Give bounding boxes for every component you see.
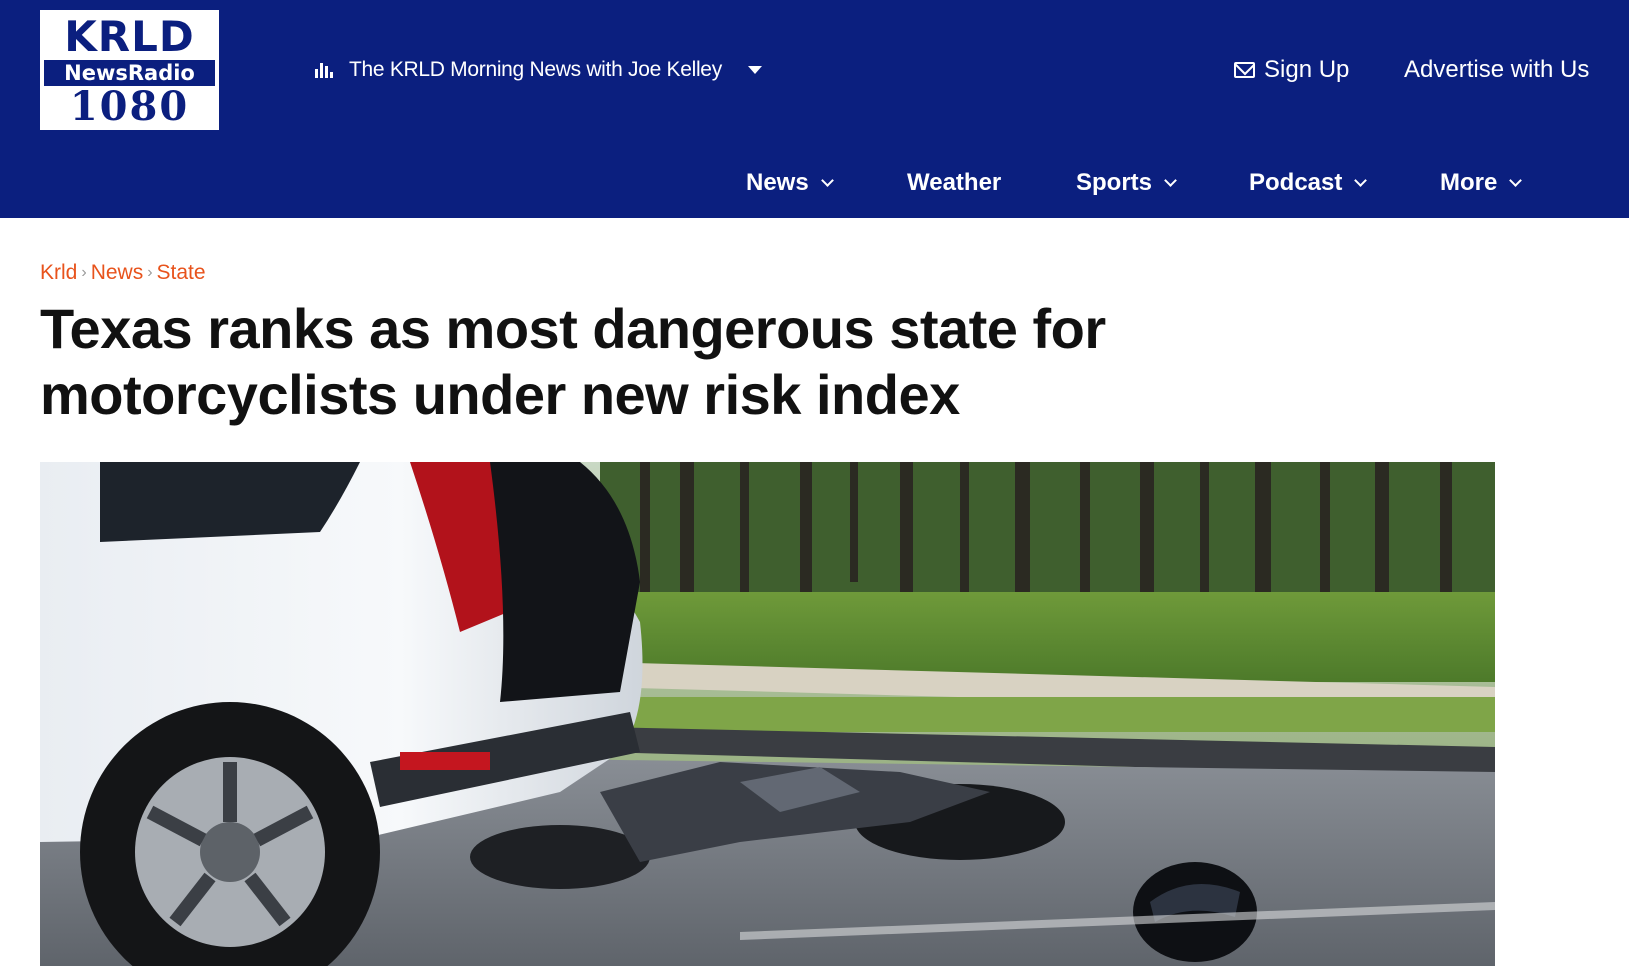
logo-line-3: 1080 (44, 86, 215, 128)
hero-image (40, 462, 1495, 966)
nav-item-sports[interactable]: Sports (1076, 160, 1177, 206)
breadcrumb: Krld › News › State (40, 258, 206, 288)
breadcrumb-separator: › (81, 264, 87, 281)
audio-bars-icon (315, 62, 333, 78)
nav-item-label: Podcast (1249, 169, 1343, 196)
nav-item-more[interactable]: More (1440, 160, 1523, 206)
mail-icon (1234, 62, 1255, 78)
station-label: The KRLD Morning News with Joe Kelley (349, 58, 722, 81)
nav-item-label: Weather (907, 169, 1002, 196)
sign-up-label: Sign Up (1264, 56, 1350, 83)
chevron-down-icon (1354, 174, 1368, 187)
chevron-down-icon (1164, 174, 1177, 187)
hero-photo-motorcycle-crash (40, 462, 1495, 966)
breadcrumb-state[interactable]: State (157, 261, 206, 285)
chevron-down-icon (820, 174, 834, 187)
site-header: KRLD NewsRadio 1080 The KRLD Morning New… (0, 0, 1629, 218)
advertise-link[interactable]: Advertise with Us (1404, 52, 1589, 88)
nav-item-podcast[interactable]: Podcast (1249, 160, 1368, 206)
nav-item-label: More (1440, 169, 1498, 196)
breadcrumb-separator: › (147, 264, 153, 281)
krld-logo[interactable]: KRLD NewsRadio 1080 (40, 10, 219, 130)
nav-item-news[interactable]: News (746, 160, 834, 206)
main-nav: News Weather Sports Podcast More (0, 160, 1629, 206)
nav-item-label: News (746, 169, 809, 196)
caret-down-icon (747, 66, 762, 74)
station-selector[interactable]: The KRLD Morning News with Joe Kelley (315, 52, 762, 88)
advertise-label: Advertise with Us (1404, 56, 1590, 83)
breadcrumb-krld[interactable]: Krld (40, 261, 77, 285)
sign-up-link[interactable]: Sign Up (1234, 52, 1349, 88)
nav-item-label: Sports (1076, 169, 1153, 196)
chevron-down-icon (1509, 174, 1523, 187)
nav-item-weather[interactable]: Weather (907, 160, 1001, 206)
breadcrumb-news[interactable]: News (91, 261, 144, 285)
article-headline: Texas ranks as most dangerous state for … (40, 297, 1106, 426)
logo-line-1: KRLD (44, 14, 215, 60)
